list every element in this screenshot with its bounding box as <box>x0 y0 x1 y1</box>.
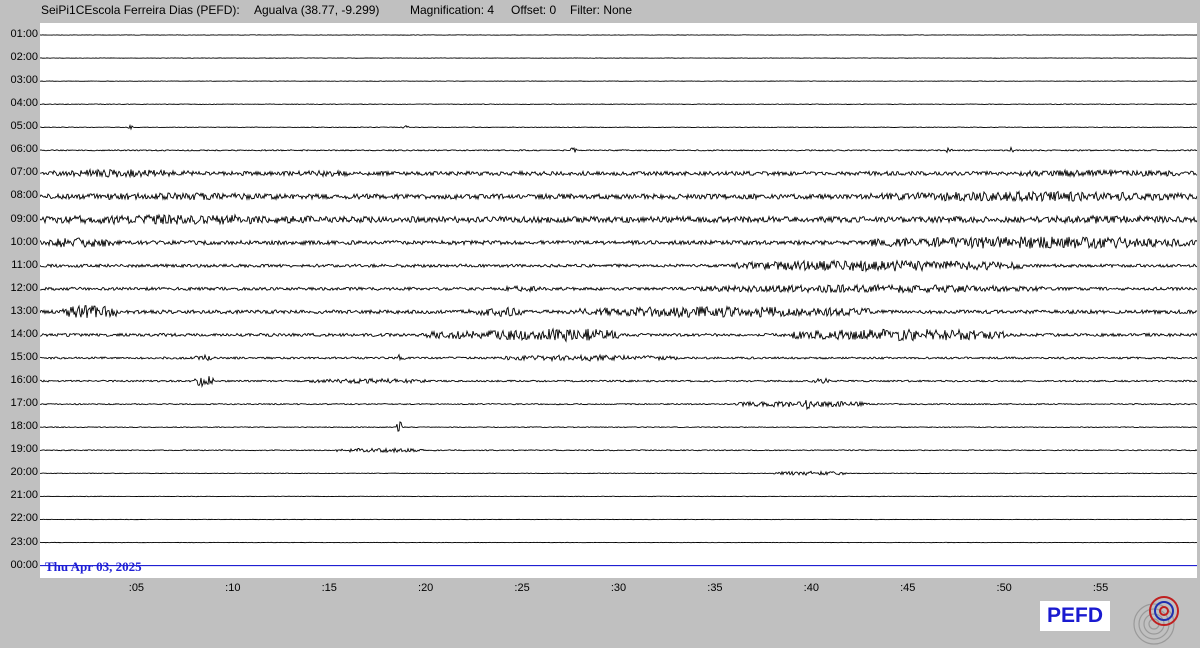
hour-tick-label: 01:00 <box>10 28 38 40</box>
trace-row-1200 <box>40 283 1197 294</box>
date-label: Thu Apr 03, 2025 <box>45 559 142 574</box>
trace-row-1500 <box>40 353 1197 363</box>
hour-tick-label: 07:00 <box>10 166 38 179</box>
hour-tick-label: 03:00 <box>10 74 38 87</box>
minute-tick-label: :05 <box>128 582 145 594</box>
hour-tick-label: 00:00 <box>10 558 38 571</box>
hour-tick-label: 06:00 <box>10 143 38 156</box>
hour-tick-label: 21:00 <box>10 489 38 502</box>
minute-tick-label: :25 <box>514 582 530 594</box>
offset-value: Offset: 0 <box>511 3 557 17</box>
hour-tick-label: 02:00 <box>10 51 38 64</box>
minute-tick-label: :15 <box>321 582 337 594</box>
seismometer-emblem-icon <box>1133 596 1179 645</box>
hour-tick-label: 09:00 <box>10 212 38 225</box>
hour-tick-label: 04:00 <box>10 97 38 110</box>
hour-tick-label: 20:00 <box>10 466 38 479</box>
hour-tick-label: 17:00 <box>10 397 38 410</box>
trace-row-0700 <box>40 167 1197 179</box>
trace-row-0500 <box>40 124 1197 131</box>
hour-tick-label: 05:00 <box>10 120 38 133</box>
hour-tick-label: 08:00 <box>10 189 38 202</box>
hour-tick-label: 18:00 <box>10 420 38 433</box>
hour-tick-label: 14:00 <box>10 327 38 340</box>
pefd-logo: PEFD <box>1040 601 1110 631</box>
trace-row-2000 <box>40 470 1197 477</box>
minute-tick-label: :20 <box>418 582 434 594</box>
trace-row-1700 <box>40 400 1197 411</box>
trace-row-2100 <box>40 495 1197 498</box>
trace-row-0400 <box>40 103 1197 106</box>
station-location: Agualva (38.77, -9.299) <box>254 3 380 17</box>
minute-tick-label: :50 <box>996 582 1012 594</box>
filter-value: Filter: None <box>570 3 633 17</box>
hour-tick-label: 10:00 <box>10 235 38 248</box>
minute-tick-label: :10 <box>225 582 241 594</box>
trace-row-1900 <box>40 447 1197 454</box>
trace-row-0600 <box>40 145 1197 154</box>
hour-tick-label: 11:00 <box>11 258 38 271</box>
hour-tick-label: 13:00 <box>10 304 38 317</box>
trace-row-1800 <box>40 421 1197 432</box>
hour-tick-label: 16:00 <box>10 374 38 387</box>
plot-header: SeiPi1CEscola Ferreira Dias (PEFD): Agua… <box>0 0 1200 22</box>
trace-row-1600 <box>40 376 1197 388</box>
trace-row-0800 <box>40 190 1197 203</box>
hour-tick-label: 19:00 <box>10 443 38 456</box>
minute-tick-label: :55 <box>1092 582 1109 594</box>
trace-row-0900 <box>40 213 1197 226</box>
trace-row-1100 <box>40 259 1197 273</box>
magnification-value: Magnification: 4 <box>410 3 495 17</box>
helicorder-plot <box>40 23 1197 578</box>
trace-row-1300 <box>40 304 1197 319</box>
minute-tick-label: :30 <box>610 582 627 594</box>
hour-tick-label: 12:00 <box>10 281 38 294</box>
logo-text: PEFD <box>1046 604 1103 627</box>
minute-tick-label: :40 <box>803 582 819 594</box>
trace-row-1000 <box>40 235 1197 250</box>
minute-tick-label: :35 <box>707 582 723 594</box>
trace-row-1400 <box>40 327 1197 343</box>
trace-canvas <box>40 34 1197 567</box>
hour-tick-label: 22:00 <box>10 512 38 525</box>
minute-tick-label: :45 <box>900 582 916 594</box>
hour-tick-label: 23:00 <box>10 535 38 548</box>
station-name: SeiPi1CEscola Ferreira Dias (PEFD): <box>41 3 240 17</box>
hour-tick-label: 15:00 <box>10 350 38 363</box>
